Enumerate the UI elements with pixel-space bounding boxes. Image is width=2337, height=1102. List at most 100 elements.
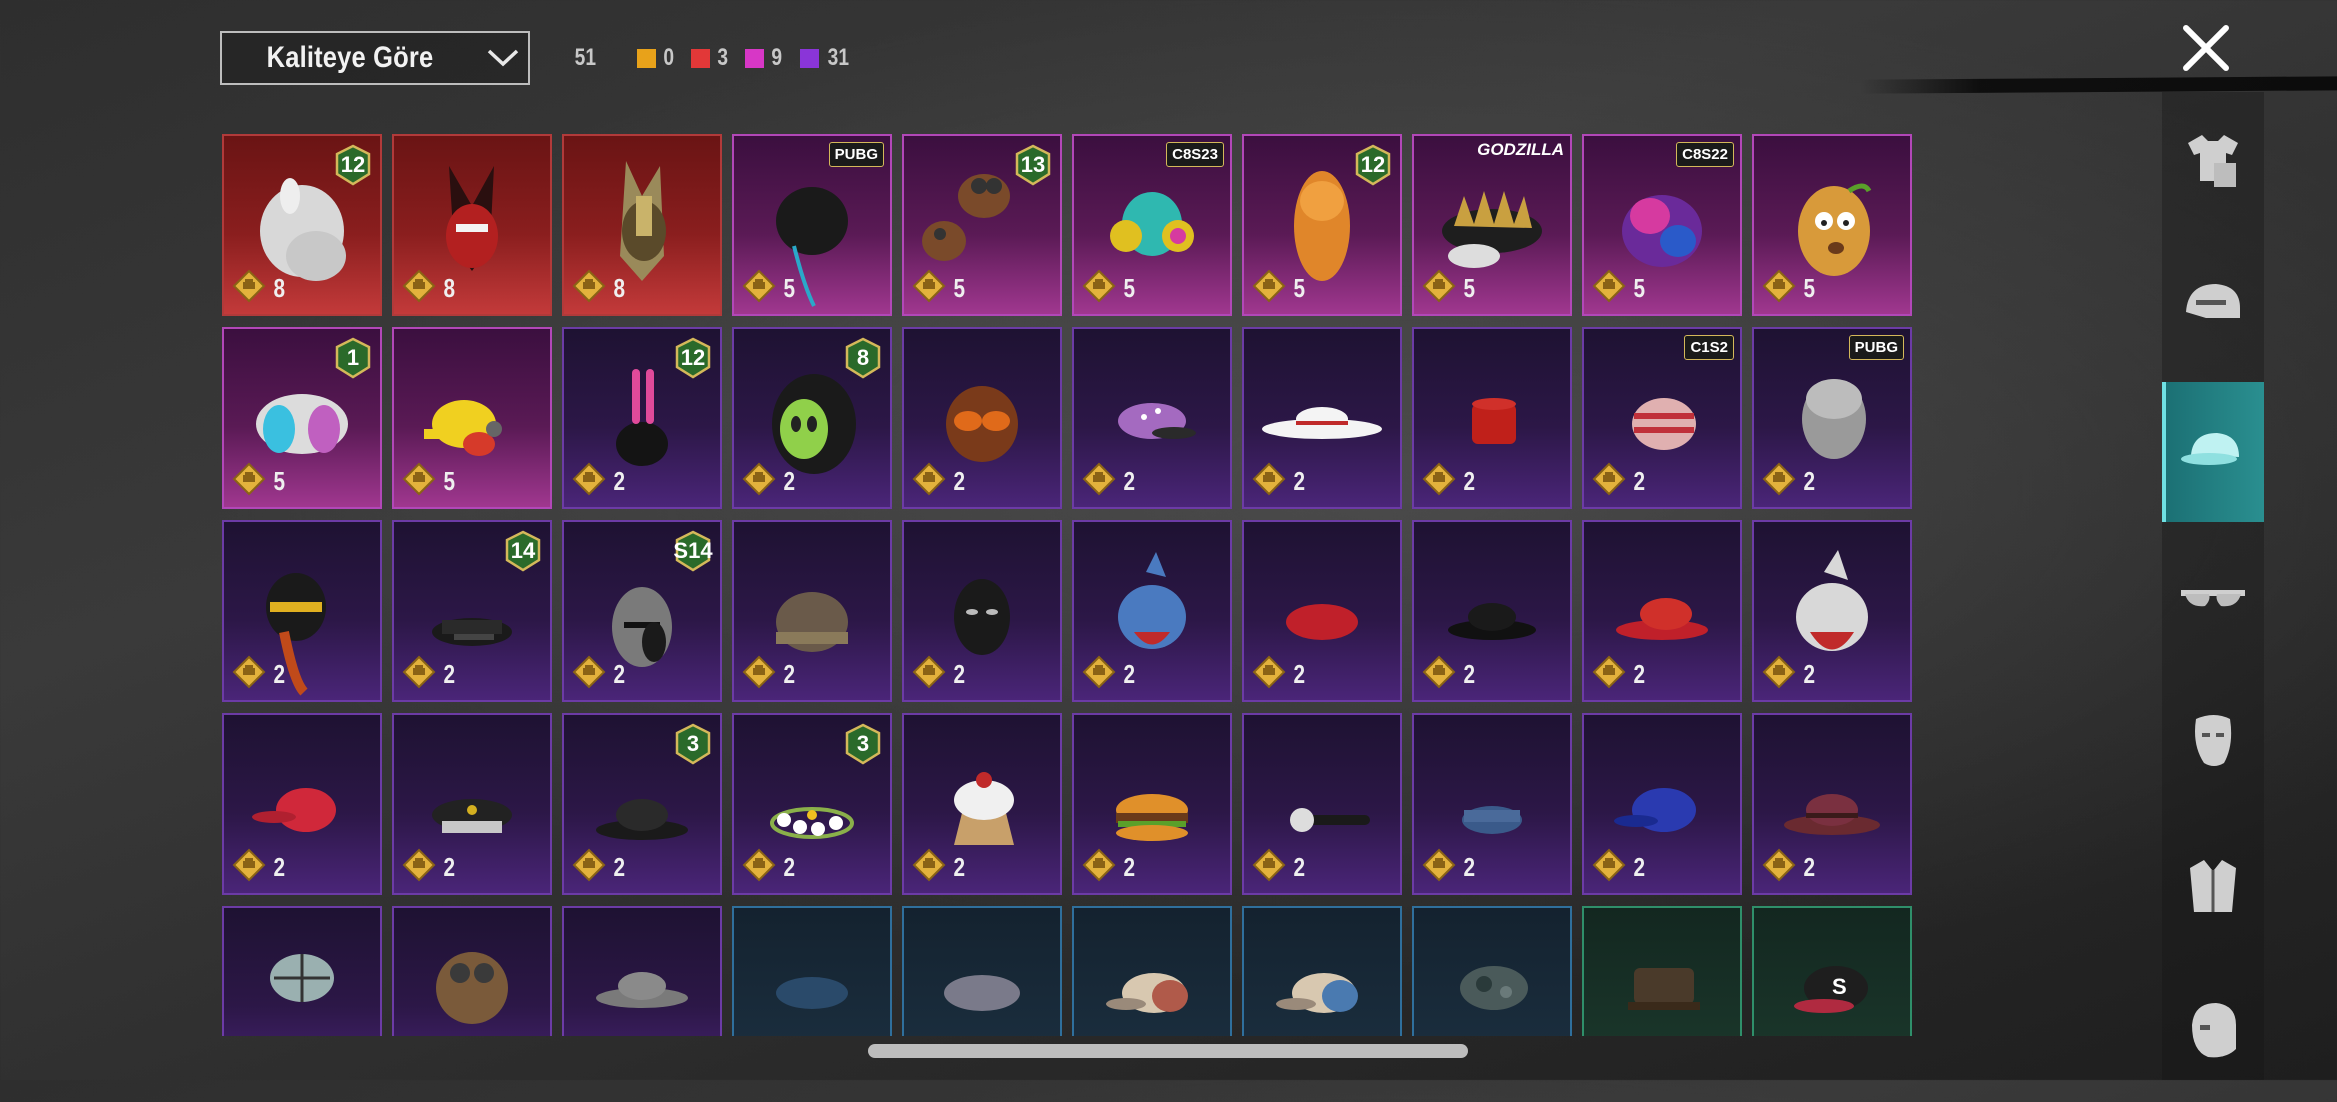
inventory-item-police-cap[interactable]: 2: [392, 713, 552, 895]
quantity-value: 2: [783, 659, 796, 689]
inventory-item-knight-helmet[interactable]: S14 2: [562, 520, 722, 702]
item-quantity: 5: [1252, 269, 1306, 308]
jacket-icon: [2178, 850, 2248, 925]
inventory-item-blue-cap[interactable]: 2: [1582, 713, 1742, 895]
level-badge: 12: [674, 337, 712, 379]
quantity-value: 2: [273, 659, 286, 689]
inventory-item-blue-cap-sailor[interactable]: 2: [1412, 713, 1572, 895]
inventory-item-officer-cap[interactable]: 14 2: [392, 520, 552, 702]
item-quantity: 2: [232, 848, 286, 887]
inventory-item-dark-hair[interactable]: PUBG 5: [732, 134, 892, 316]
category-tab-cap[interactable]: [2162, 382, 2264, 522]
category-tab-helmet[interactable]: [2162, 237, 2264, 377]
inventory-item-headlamp[interactable]: 2: [1242, 713, 1402, 895]
inventory-item-duck-cap[interactable]: 5: [392, 327, 552, 509]
inventory-item-checkered-cap[interactable]: [222, 906, 382, 1036]
inventory-item-red-mask[interactable]: 8: [392, 134, 552, 316]
quantity-value: 2: [1803, 852, 1816, 882]
category-tab-jacket[interactable]: [2162, 817, 2264, 957]
count-orange: 0: [636, 44, 675, 72]
inventory-item-white-hair[interactable]: 12 8: [222, 134, 382, 316]
inventory-item-sun-hat[interactable]: 2: [1242, 327, 1402, 509]
quantity-value: 2: [1633, 466, 1646, 496]
sort-dropdown-label: Kaliteye Göre: [266, 41, 434, 74]
inventory-item-purple-hair[interactable]: C8S22 5: [1582, 134, 1742, 316]
inventory-item-blue-hair[interactable]: 15: [222, 327, 382, 509]
inventory-item-cupcake-hat[interactable]: 2: [902, 713, 1062, 895]
category-tab-face[interactable]: [2162, 962, 2264, 1102]
inventory-item-spike-cap[interactable]: GODZILLA 5: [1412, 134, 1572, 316]
count-pink: 9: [745, 44, 783, 72]
quantity-value: 5: [273, 466, 286, 496]
inventory-item-blue-beret[interactable]: [732, 906, 892, 1036]
level-badge: 12: [1354, 144, 1392, 186]
quantity-value: 5: [953, 273, 966, 303]
quantity-value: 5: [1463, 273, 1476, 303]
cap-icon: [2175, 415, 2251, 490]
coin-icon: [572, 848, 606, 887]
item-quantity: 2: [742, 655, 796, 694]
inventory-item-black-fedora[interactable]: 2: [1412, 520, 1572, 702]
quantity-value: 2: [613, 466, 626, 496]
inventory-item-alien-hood[interactable]: 82: [732, 327, 892, 509]
category-tab-glasses[interactable]: [2162, 527, 2264, 667]
inventory-item-white-shark[interactable]: 2: [1752, 520, 1912, 702]
outfit-icon: [2178, 125, 2248, 200]
coin-icon: [742, 848, 776, 887]
inventory-item-sunglasses-hair[interactable]: 2: [902, 327, 1062, 509]
inventory-item-aviator[interactable]: [392, 906, 552, 1036]
inventory-item-shark-hood[interactable]: 2: [1072, 520, 1232, 702]
inventory-item-goggles-hair[interactable]: 13 5: [902, 134, 1062, 316]
coin-icon: [232, 848, 266, 887]
inventory-item-grey-beret[interactable]: [902, 906, 1062, 1036]
level-badge: S14: [673, 530, 713, 572]
inventory-item-flower-crown[interactable]: 32: [732, 713, 892, 895]
quantity-value: 2: [273, 852, 286, 882]
quantity-value: 5: [783, 273, 796, 303]
inventory-item-s-cap[interactable]: S: [1752, 906, 1912, 1036]
inventory-item-burger-hat[interactable]: 2: [1072, 713, 1232, 895]
count-pink-value: 9: [771, 44, 783, 71]
level-badge: 3: [674, 723, 712, 765]
inventory-item-camo-cap[interactable]: [1412, 906, 1572, 1036]
coin-icon: [1592, 848, 1626, 887]
inventory-item-maroon-fedora[interactable]: 2: [1752, 713, 1912, 895]
inventory-item-bunny-helmet[interactable]: 12 2: [562, 327, 722, 509]
item-quantity: 2: [1762, 462, 1816, 501]
level-badge: 1: [334, 337, 372, 379]
inventory-item-red-fedora[interactable]: 2: [1582, 520, 1742, 702]
inventory-item-panther-mask[interactable]: 2: [902, 520, 1062, 702]
inventory-item-potato[interactable]: 5: [1752, 134, 1912, 316]
inventory-item-anubis[interactable]: 8: [562, 134, 722, 316]
quantity-value: 2: [1633, 852, 1646, 882]
inventory-item-trucker-blue[interactable]: [1242, 906, 1402, 1036]
inventory-item-grey-hair[interactable]: PUBG 2: [1752, 327, 1912, 509]
inventory-item-beanie[interactable]: 2: [732, 520, 892, 702]
horizontal-scrollbar[interactable]: [868, 1044, 1468, 1058]
coin-icon: [1762, 848, 1796, 887]
quantity-value: 5: [443, 466, 456, 496]
sort-dropdown[interactable]: Kaliteye Göre: [220, 31, 530, 85]
inventory-item-grey-fedora[interactable]: [562, 906, 722, 1036]
inventory-item-black-helmet[interactable]: 2: [222, 520, 382, 702]
inventory-item-trucker-red[interactable]: [1072, 906, 1232, 1036]
item-quantity: 5: [402, 462, 456, 501]
item-quantity: 2: [1592, 848, 1646, 887]
inventory-item-striped-hat[interactable]: C1S2 2: [1582, 327, 1742, 509]
inventory-item-black-hat[interactable]: 32: [562, 713, 722, 895]
quantity-value: 2: [1463, 852, 1476, 882]
coin-icon: [1592, 655, 1626, 694]
category-tab-mask[interactable]: [2162, 672, 2264, 812]
inventory-item-military-cap[interactable]: [1582, 906, 1742, 1036]
inventory-item-fez[interactable]: 2: [1412, 327, 1572, 509]
inventory-item-dotted-cap[interactable]: 2: [1072, 327, 1232, 509]
inventory-item-red-beret[interactable]: 2: [1242, 520, 1402, 702]
season-tag: C8S23: [1166, 142, 1224, 167]
close-button[interactable]: [2176, 18, 2236, 78]
inventory-item-red-cap[interactable]: 2: [222, 713, 382, 895]
inventory-item-orange-hair[interactable]: 12 5: [1242, 134, 1402, 316]
coin-icon: [912, 269, 946, 308]
category-tab-outfit[interactable]: [2162, 92, 2264, 232]
coin-icon: [572, 462, 606, 501]
inventory-item-headphones[interactable]: C8S23 5: [1072, 134, 1232, 316]
